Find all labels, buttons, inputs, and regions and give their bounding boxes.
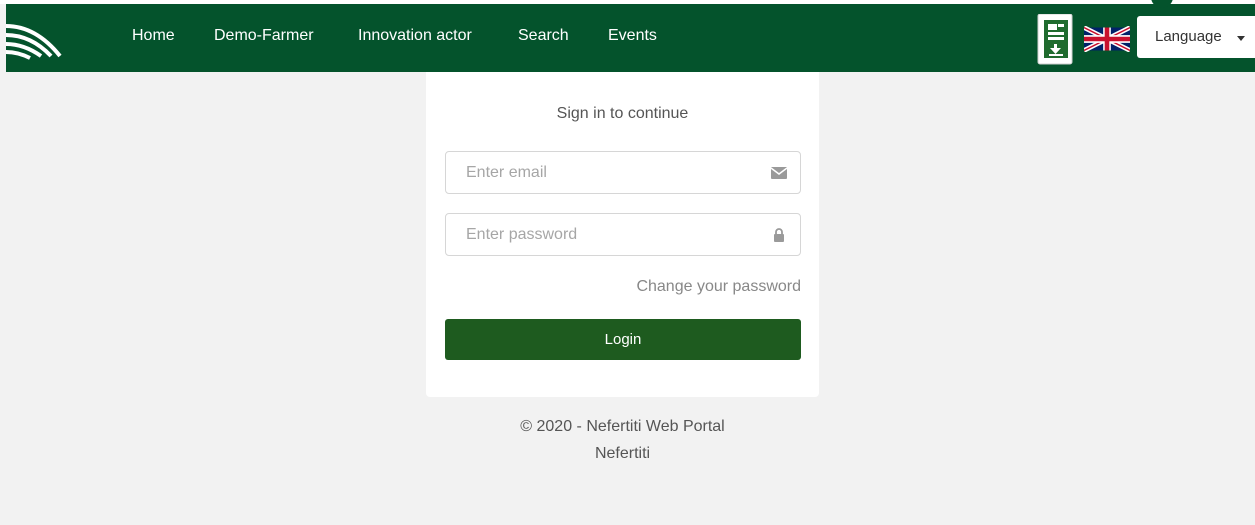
change-password-link[interactable]: Change your password <box>636 278 801 296</box>
login-card: Sign in to continue Change your password… <box>426 72 819 397</box>
nav-demo-farmer-link[interactable]: Demo-Farmer <box>214 27 314 45</box>
email-input[interactable] <box>446 152 800 193</box>
caret-down-icon <box>1237 36 1245 41</box>
nav-search-link[interactable]: Search <box>518 27 569 45</box>
language-label: Language <box>1155 28 1222 45</box>
nav-home-link[interactable]: Home <box>132 27 175 45</box>
email-field-wrapper <box>445 151 801 194</box>
password-field-wrapper <box>445 213 801 256</box>
login-button[interactable]: Login <box>445 319 801 360</box>
top-navbar: Home Demo-Farmer Innovation actor Search… <box>5 0 1255 72</box>
app-download-icon[interactable] <box>1036 13 1076 66</box>
footer-copyright: © 2020 - Nefertiti Web Portal <box>520 418 725 435</box>
language-dropdown-button[interactable]: Language <box>1137 16 1255 58</box>
envelope-icon <box>770 165 788 181</box>
login-title: Sign in to continue <box>556 105 689 122</box>
lock-icon <box>770 227 788 243</box>
nav-innovation-actor-link[interactable]: Innovation actor <box>358 27 472 45</box>
notification-dot <box>1151 0 1173 8</box>
nav-events-link[interactable]: Events <box>608 27 657 45</box>
password-input[interactable] <box>446 214 800 255</box>
nefertiti-logo-icon[interactable] <box>5 16 64 60</box>
footer-site-name: Nefertiti <box>594 445 651 462</box>
uk-flag-icon[interactable] <box>1082 25 1132 53</box>
